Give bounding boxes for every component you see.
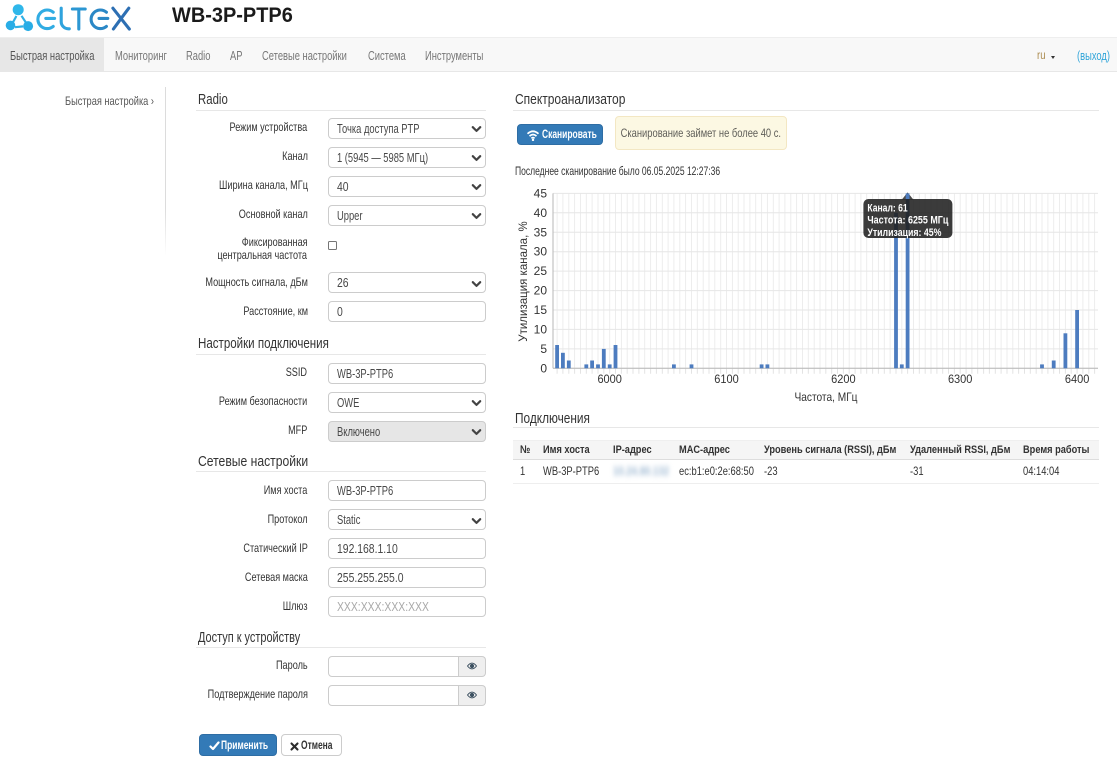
svg-text:6400: 6400 xyxy=(1065,372,1090,386)
svg-text:Частота: 6255 МГц: Частота: 6255 МГц xyxy=(867,215,948,227)
svg-text:40: 40 xyxy=(534,206,548,220)
svg-text:15: 15 xyxy=(534,303,548,317)
svg-text:6300: 6300 xyxy=(948,372,973,386)
svg-text:Утилизация: 45%: Утилизация: 45% xyxy=(867,227,941,239)
svg-text:0: 0 xyxy=(540,361,547,375)
svg-text:5: 5 xyxy=(540,342,547,356)
svg-text:35: 35 xyxy=(534,225,548,239)
svg-text:20: 20 xyxy=(534,284,548,298)
svg-text:Частота, МГц: Частота, МГц xyxy=(795,390,858,404)
svg-text:10: 10 xyxy=(534,322,548,336)
svg-text:45: 45 xyxy=(534,186,548,200)
svg-text:6200: 6200 xyxy=(831,372,856,386)
svg-text:30: 30 xyxy=(534,245,548,259)
svg-text:6100: 6100 xyxy=(714,372,739,386)
svg-text:Утилизация канала, %: Утилизация канала, % xyxy=(518,221,530,341)
svg-text:Канал: 61: Канал: 61 xyxy=(867,202,907,214)
svg-text:25: 25 xyxy=(534,264,548,278)
svg-text:6000: 6000 xyxy=(597,372,622,386)
